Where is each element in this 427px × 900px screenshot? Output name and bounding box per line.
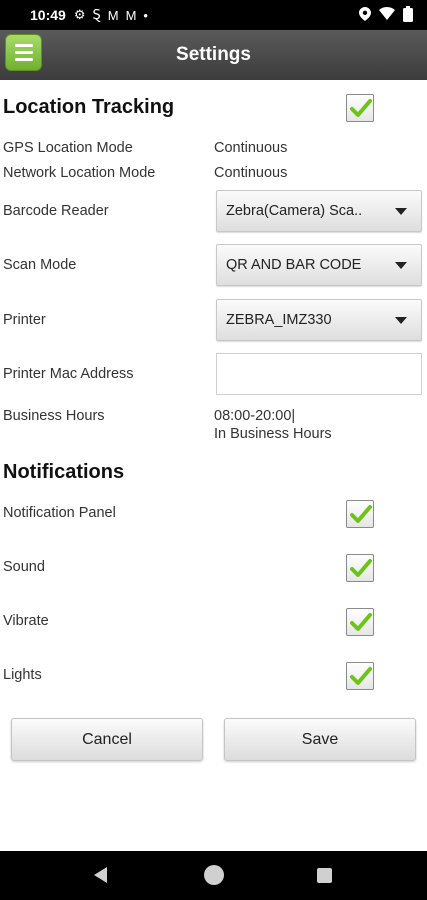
scan-mode-select[interactable]: QR AND BAR CODE [216, 244, 422, 286]
battery-icon [403, 5, 413, 25]
network-mode-value: Continuous [214, 165, 288, 181]
lights-label: Lights [3, 667, 42, 683]
checkmark-icon [350, 99, 372, 117]
dot-icon: • [143, 7, 148, 23]
gps-mode-value: Continuous [214, 140, 288, 156]
printer-label: Printer [3, 312, 46, 328]
notification-panel-label: Notification Panel [3, 505, 116, 521]
gear-icon: ⚙ [73, 7, 86, 22]
business-hours-status: In Business Hours [214, 426, 332, 442]
status-right [359, 5, 413, 25]
printer-select[interactable]: ZEBRA_IMZ330 [216, 299, 422, 341]
notification-panel-checkbox[interactable] [346, 500, 374, 528]
app-header: Settings [0, 30, 427, 80]
network-mode-label: Network Location Mode [3, 165, 156, 181]
home-icon[interactable] [204, 865, 224, 885]
dropdown-arrow-icon [395, 208, 407, 215]
wifi-icon [379, 7, 395, 23]
location-tracking-title: Location Tracking [3, 96, 175, 118]
vibrate-label: Vibrate [3, 613, 49, 629]
gmail-icon: M [125, 7, 137, 23]
sound-checkbox[interactable] [346, 554, 374, 582]
status-bar: 10:49 ⚙ Ȿ M M • [0, 0, 427, 30]
location-tracking-checkbox[interactable] [346, 94, 374, 122]
notifications-title: Notifications [3, 461, 125, 483]
barcode-reader-value: Zebra(Camera) Sca.. [226, 203, 363, 219]
cancel-button[interactable]: Cancel [11, 718, 203, 761]
scan-mode-label: Scan Mode [3, 257, 77, 273]
printer-mac-label: Printer Mac Address [3, 366, 134, 382]
location-icon [359, 6, 371, 24]
system-nav-bar [0, 851, 427, 900]
scan-mode-value: QR AND BAR CODE [226, 257, 362, 273]
s-app-icon: Ȿ [92, 7, 101, 22]
status-time: 10:49 [30, 7, 66, 23]
vibrate-checkbox[interactable] [346, 608, 374, 636]
menu-icon[interactable] [5, 34, 42, 71]
lights-checkbox[interactable] [346, 662, 374, 690]
sound-label: Sound [3, 559, 45, 575]
barcode-reader-select[interactable]: Zebra(Camera) Sca.. [216, 190, 422, 232]
back-icon[interactable] [94, 867, 107, 883]
dropdown-arrow-icon [395, 262, 407, 269]
printer-mac-input[interactable] [216, 353, 422, 395]
checkmark-icon [350, 559, 372, 577]
gmail-icon: M [107, 7, 119, 23]
checkmark-icon [350, 667, 372, 685]
barcode-reader-label: Barcode Reader [3, 203, 109, 219]
page-title: Settings [176, 44, 251, 65]
recent-apps-icon[interactable] [317, 868, 332, 883]
business-hours-label: Business Hours [3, 408, 105, 424]
checkmark-icon [350, 505, 372, 523]
business-hours-value: 08:00-20:00| [214, 408, 296, 424]
save-button[interactable]: Save [224, 718, 416, 761]
dropdown-arrow-icon [395, 317, 407, 324]
checkmark-icon [350, 613, 372, 631]
gps-mode-label: GPS Location Mode [3, 140, 133, 156]
printer-value: ZEBRA_IMZ330 [226, 312, 332, 328]
